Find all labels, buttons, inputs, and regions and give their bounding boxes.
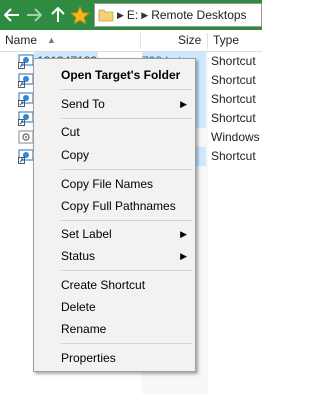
file-type: Shortcut bbox=[211, 111, 256, 125]
chevron-right-icon: ▶ bbox=[117, 9, 124, 20]
menu-item-rename[interactable]: Rename bbox=[34, 318, 195, 340]
arrow-left-icon bbox=[4, 8, 19, 22]
settings-file-icon bbox=[18, 130, 34, 144]
address-drive[interactable]: E: bbox=[127, 8, 138, 22]
menu-item-create-shortcut[interactable]: Create Shortcut bbox=[34, 274, 195, 296]
menu-item-label: Cut bbox=[61, 125, 80, 139]
column-type-header[interactable]: Type bbox=[213, 30, 239, 51]
chevron-right-icon: ▶ bbox=[141, 9, 149, 20]
menu-item-set-label[interactable]: Set Label ▶ bbox=[34, 223, 195, 245]
menu-item-cut[interactable]: Cut bbox=[34, 121, 195, 143]
file-type: Shortcut bbox=[211, 54, 256, 68]
menu-item-copy-full-pathnames[interactable]: Copy Full Pathnames bbox=[34, 195, 195, 217]
favorites-button[interactable] bbox=[69, 0, 91, 30]
menu-item-label: Create Shortcut bbox=[61, 278, 146, 292]
column-size-header[interactable]: Size bbox=[178, 30, 201, 51]
menu-item-label: Copy bbox=[61, 148, 90, 162]
remote-desktop-shortcut-icon bbox=[18, 149, 34, 164]
forward-button[interactable] bbox=[24, 0, 44, 30]
menu-item-properties[interactable]: Properties bbox=[34, 347, 195, 369]
submenu-arrow-icon: ▶ bbox=[180, 251, 187, 261]
menu-item-label: Open Target's Folder bbox=[61, 68, 181, 82]
menu-separator bbox=[61, 270, 192, 271]
column-name-header[interactable]: Name bbox=[5, 30, 37, 51]
column-header: Name ▲ Size Type bbox=[0, 30, 262, 52]
sort-ascending-icon: ▲ bbox=[47, 35, 56, 45]
submenu-arrow-icon: ▶ bbox=[180, 99, 187, 109]
address-bar[interactable]: ▶ E: ▶ Remote Desktops bbox=[94, 3, 262, 27]
menu-item-open-target-folder[interactable]: Open Target's Folder bbox=[34, 64, 195, 86]
menu-item-label: Copy File Names bbox=[61, 177, 154, 191]
menu-item-label: Send To bbox=[61, 97, 105, 111]
submenu-arrow-icon: ▶ bbox=[180, 229, 187, 239]
file-type: Shortcut bbox=[211, 149, 256, 163]
file-type: Shortcut bbox=[211, 92, 256, 106]
menu-item-label: Set Label bbox=[61, 227, 112, 241]
column-divider[interactable] bbox=[140, 33, 141, 49]
remote-desktop-shortcut-icon bbox=[18, 111, 34, 126]
menu-item-label: Delete bbox=[61, 300, 96, 314]
context-menu: Open Target's Folder Send To ▶ Cut Copy C… bbox=[33, 58, 196, 372]
menu-separator bbox=[61, 89, 192, 90]
arrow-right-icon bbox=[27, 8, 42, 22]
column-divider[interactable] bbox=[207, 33, 208, 49]
back-button[interactable] bbox=[2, 0, 22, 30]
star-icon bbox=[70, 5, 90, 25]
remote-desktop-shortcut-icon bbox=[18, 73, 34, 88]
menu-item-copy-file-names[interactable]: Copy File Names bbox=[34, 173, 195, 195]
navigation-toolbar: ▶ E: ▶ Remote Desktops bbox=[0, 0, 262, 30]
menu-item-copy[interactable]: Copy bbox=[34, 144, 195, 166]
menu-separator bbox=[61, 169, 192, 170]
menu-item-status[interactable]: Status ▶ bbox=[34, 245, 195, 267]
address-folder[interactable]: Remote Desktops bbox=[151, 8, 246, 22]
menu-item-label: Status bbox=[61, 249, 96, 263]
up-button[interactable] bbox=[47, 0, 69, 30]
menu-separator bbox=[61, 118, 192, 119]
menu-separator bbox=[61, 220, 192, 221]
file-type: Shortcut bbox=[211, 73, 256, 87]
menu-item-label: Rename bbox=[61, 322, 107, 336]
remote-desktop-shortcut-icon bbox=[18, 92, 34, 107]
menu-item-label: Properties bbox=[61, 351, 116, 365]
arrow-up-icon bbox=[51, 7, 65, 22]
remote-desktop-shortcut-icon bbox=[18, 54, 34, 69]
menu-item-label: Copy Full Pathnames bbox=[61, 199, 176, 213]
folder-icon bbox=[98, 9, 114, 22]
menu-item-delete[interactable]: Delete bbox=[34, 296, 195, 318]
menu-item-send-to[interactable]: Send To ▶ bbox=[34, 93, 195, 115]
menu-separator bbox=[61, 343, 192, 344]
file-type: Windows bbox=[211, 130, 260, 144]
